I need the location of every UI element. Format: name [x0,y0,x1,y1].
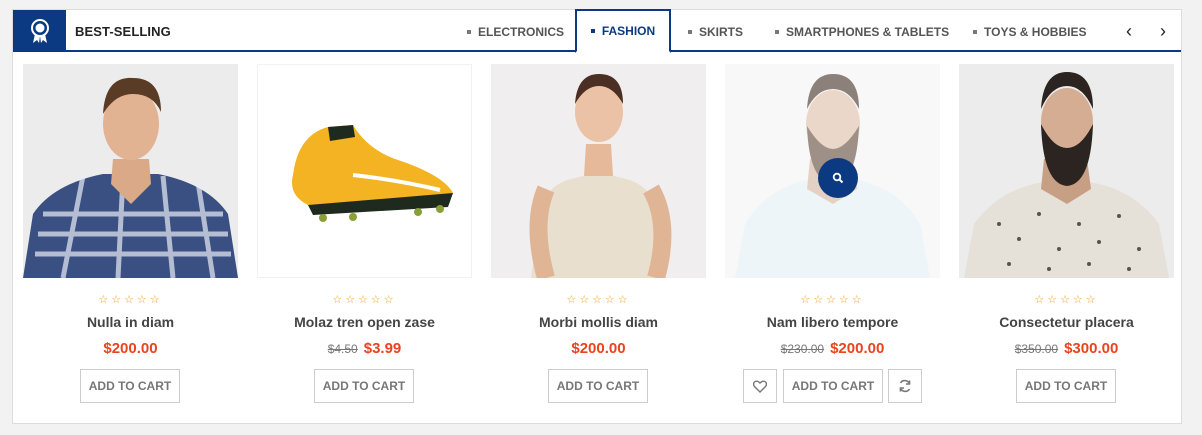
product-price: $200.00 [491,340,706,358]
award-ribbon-icon [13,10,66,52]
product-name[interactable]: Nam libero tempore [725,314,940,330]
wishlist-heart-icon[interactable] [743,369,777,403]
product-name[interactable]: Consectetur placera [959,314,1174,330]
prev-arrow-icon[interactable]: ‹ [1117,10,1141,52]
tab-skirts[interactable]: SKIRTS [688,10,758,52]
tab-label: SMARTPHONES & TABLETS [786,25,950,39]
rating-stars: ☆☆☆☆☆ [332,294,397,306]
old-price: $4.50 [327,342,358,356]
tab-bullet-icon [775,29,779,34]
add-to-cart-button[interactable]: ADD TO CART [783,369,883,403]
product-price: $350.00 $300.00 [959,340,1174,358]
product-name[interactable]: Molaz tren open zase [257,314,472,330]
product-price: $4.50 $3.99 [257,340,472,358]
product-card: ☆☆☆☆☆ Nam libero tempore $230.00 $200.00 … [725,64,940,414]
tab-bullet-icon [688,29,692,34]
add-to-cart-button[interactable]: ADD TO CART [314,369,414,403]
current-price: $300.00 [1064,340,1119,357]
old-price: $230.00 [780,342,825,356]
current-price: $200.00 [571,340,626,357]
quick-view-search-icon[interactable] [818,158,858,198]
rating-stars: ☆☆☆☆☆ [1034,294,1099,306]
tab-label: FASHION [601,24,656,38]
rating-stars: ☆☆☆☆☆ [98,294,163,306]
product-image[interactable] [959,64,1174,278]
tab-bullet-icon [973,29,977,34]
product-image[interactable] [257,64,472,278]
product-card: ☆☆☆☆☆ Molaz tren open zase $4.50 $3.99 AD… [257,64,472,414]
tab-toys-hobbies[interactable]: TOYS & HOBBIES [973,10,1093,52]
tab-label: ELECTRONICS [478,25,565,39]
product-card: ☆☆☆☆☆ Morbi mollis diam $200.00 ADD TO C… [491,64,706,414]
next-arrow-icon[interactable]: › [1151,10,1175,52]
product-name[interactable]: Morbi mollis diam [491,314,706,330]
rating-stars: ☆☆☆☆☆ [566,294,631,306]
add-to-cart-button[interactable]: ADD TO CART [80,369,180,403]
tab-bullet-icon [467,29,471,34]
product-image[interactable] [725,64,940,278]
current-price: $3.99 [363,340,402,357]
product-image[interactable] [491,64,706,278]
old-price: $350.00 [1014,342,1059,356]
add-to-cart-button[interactable]: ADD TO CART [1016,369,1116,403]
panel-header: BEST-SELLING ELECTRONICS FASHION SKIRTS … [13,9,1181,53]
product-card: ☆☆☆☆☆ Consectetur placera $350.00 $300.00… [959,64,1174,414]
product-price: $230.00 $200.00 [725,340,940,358]
product-price: $200.00 [23,340,238,358]
rating-stars: ☆☆☆☆☆ [800,294,865,306]
tab-label: SKIRTS [699,25,744,39]
product-image[interactable] [23,64,238,278]
tab-bullet-icon [590,28,595,33]
tab-electronics[interactable]: ELECTRONICS [467,10,567,52]
section-title: BEST-SELLING [75,24,171,39]
compare-refresh-icon[interactable] [888,369,922,403]
current-price: $200.00 [830,340,885,357]
current-price: $200.00 [103,340,158,357]
tab-fashion[interactable]: FASHION [575,9,671,53]
product-card: ☆☆☆☆☆ Nulla in diam $200.00 ADD TO CART [23,64,238,414]
product-name[interactable]: Nulla in diam [23,314,238,330]
tab-smartphones-tablets[interactable]: SMARTPHONES & TABLETS [775,10,955,52]
tab-label: TOYS & HOBBIES [984,25,1087,39]
best-selling-panel: BEST-SELLING ELECTRONICS FASHION SKIRTS … [12,9,1182,424]
add-to-cart-button[interactable]: ADD TO CART [548,369,648,403]
